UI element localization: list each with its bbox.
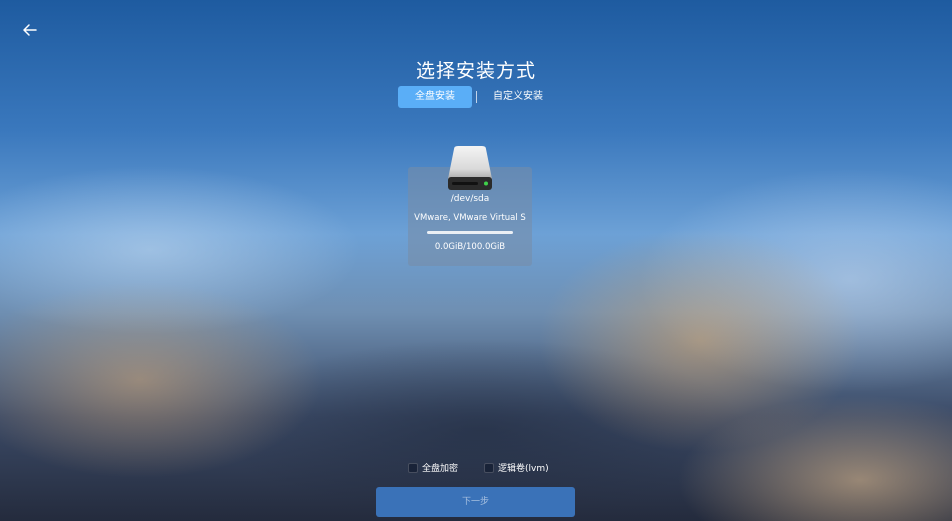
tab-custom[interactable]: 自定义安装 [487, 86, 549, 108]
install-mode-tabs: 全盘安装 自定义安装 [398, 86, 549, 108]
lvm-label: 逻辑卷(lvm) [498, 464, 549, 474]
page-title: 选择安装方式 [415, 60, 536, 82]
disk-size: 0.0GiB/100.0GiB [434, 242, 506, 252]
full-disk-encryption-label: 全盘加密 [422, 464, 459, 474]
installer-screen: 选择安装方式 全盘安装 自定义安装 /dev/sda VMware, VMwar… [0, 0, 952, 521]
disk-device-name: /dev/sda [450, 194, 490, 204]
hard-drive-icon [446, 145, 494, 193]
install-options: 全盘加密 逻辑卷(lvm) [408, 461, 549, 474]
tab-divider [476, 91, 477, 103]
disk-usage-bar [427, 231, 513, 234]
arrow-left-icon [23, 24, 37, 36]
full-disk-encryption-option[interactable]: 全盘加密 [408, 461, 458, 474]
full-disk-encryption-checkbox[interactable] [408, 462, 418, 473]
lvm-option[interactable]: 逻辑卷(lvm) [484, 461, 549, 474]
next-button[interactable]: 下一步 [376, 487, 575, 517]
tab-full-disk[interactable]: 全盘安装 [398, 86, 472, 108]
lvm-checkbox[interactable] [484, 462, 495, 473]
back-button[interactable] [18, 18, 42, 42]
disk-model: VMware, VMware Virtual S [414, 213, 526, 223]
